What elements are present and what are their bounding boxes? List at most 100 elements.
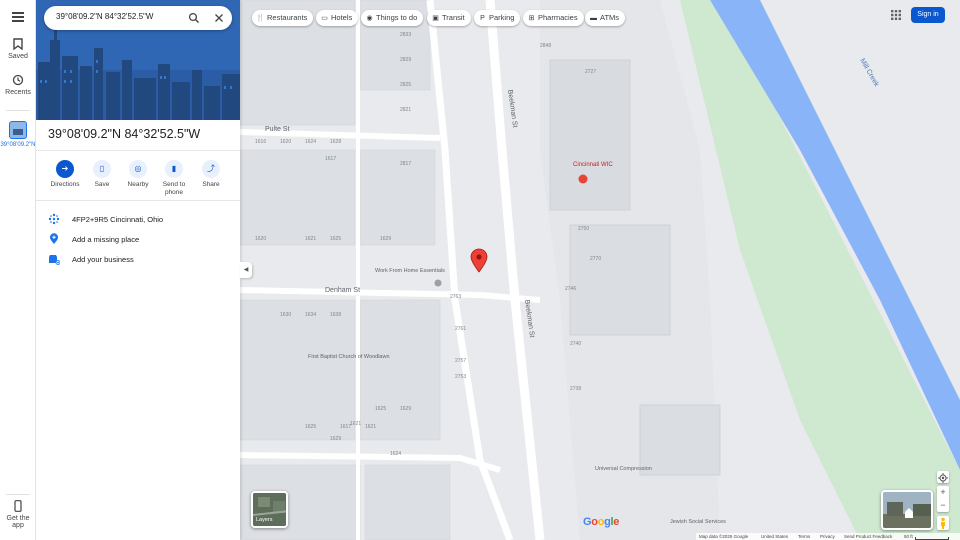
close-icon[interactable] (213, 12, 225, 24)
add-business-row[interactable]: Add your business (36, 250, 240, 268)
search-input[interactable]: 39°08'09.2"N 84°32'52.5"W (56, 12, 153, 21)
saved-button[interactable]: Saved (0, 38, 36, 60)
svg-text:2829: 2829 (400, 57, 411, 63)
svg-text:2761: 2761 (455, 326, 466, 332)
svg-text:1621: 1621 (365, 424, 376, 430)
menu-icon (12, 12, 24, 22)
bookmark-icon (13, 38, 23, 50)
directions-button[interactable]: ➔ Directions (47, 160, 83, 189)
get-app-label: Get the app (6, 515, 30, 529)
svg-text:2746: 2746 (565, 286, 576, 292)
nearby-icon: ◎ (134, 164, 142, 173)
add-business-text: Add your business (72, 255, 134, 264)
svg-text:1625: 1625 (330, 236, 341, 242)
street-view-thumbnail[interactable] (881, 490, 933, 530)
poi-label-work-from-home[interactable]: Work From Home Essentials (375, 268, 445, 274)
directions-icon: ➔ (61, 164, 69, 173)
zoom-out-button[interactable]: − (937, 499, 949, 512)
share-icon: ⤴ (207, 164, 215, 173)
svg-text:2825: 2825 (400, 82, 411, 88)
add-missing-place-row[interactable]: Add a missing place (36, 230, 240, 248)
actions-divider (36, 200, 240, 201)
share-button[interactable]: ⤴ Share (193, 160, 229, 189)
svg-text:1629: 1629 (330, 436, 341, 442)
restaurant-icon: 🍴 (256, 15, 265, 22)
chip-restaurants[interactable]: 🍴 Restaurants (252, 10, 314, 26)
country-link[interactable]: United States (761, 534, 788, 539)
poi-marker-work-from-home[interactable] (434, 279, 442, 287)
scale-label[interactable]: 50 ft (904, 534, 913, 539)
bookmark-icon: ▯ (99, 164, 105, 173)
chip-parking[interactable]: P Parking (474, 10, 521, 26)
plus-icon: + (940, 487, 946, 497)
menu-button[interactable] (0, 10, 36, 22)
poi-label-wic[interactable]: Cincinnati WIC (573, 162, 613, 168)
search-box[interactable]: 39°08'09.2"N 84°32'52.5"W (44, 6, 232, 30)
svg-text:2740: 2740 (570, 341, 581, 347)
sign-in-button[interactable]: Sign in (911, 7, 945, 23)
svg-text:2821: 2821 (400, 107, 411, 113)
chip-hotels[interactable]: ▭ Hotels (316, 10, 359, 26)
add-business-icon (49, 255, 60, 265)
layers-label: Layers (256, 517, 273, 523)
send-to-phone-button[interactable]: ▮ Send to phone (156, 160, 192, 197)
plus-code-icon (48, 213, 60, 225)
chip-atms[interactable]: ▬ ATMs (585, 10, 626, 26)
recent-place-item[interactable]: 39°08'09.2"N (0, 121, 36, 149)
search-icon[interactable] (188, 12, 200, 24)
svg-text:2770: 2770 (590, 256, 601, 262)
svg-text:1624: 1624 (390, 451, 401, 457)
apps-grid-icon[interactable] (891, 10, 901, 20)
terms-link[interactable]: Terms (798, 534, 810, 539)
map-footer: Map data ©2025 Google United States Term… (696, 533, 960, 540)
recent-place-label: 39°08'09.2"N (0, 142, 36, 148)
nearby-label: Nearby (127, 181, 149, 188)
feedback-link[interactable]: Send Product Feedback (844, 534, 892, 539)
collapse-panel-button[interactable]: ◀ (240, 262, 252, 278)
map-canvas[interactable]: Beekman St Beekman St Pulte St Denham St… (240, 0, 960, 540)
svg-text:1630: 1630 (280, 312, 291, 318)
poi-marker-wic[interactable] (578, 174, 588, 184)
plus-code-row[interactable]: 4FP2+9R5 Cincinnati, Ohio (36, 210, 240, 228)
svg-text:1616: 1616 (255, 139, 266, 145)
svg-text:1638: 1638 (330, 312, 341, 318)
get-app-button[interactable]: Get the app (0, 500, 36, 529)
street-label-denham: Denham St (325, 287, 360, 294)
svg-text:1628: 1628 (330, 139, 341, 145)
phone-app-icon (14, 500, 22, 512)
plus-code-text: 4FP2+9R5 Cincinnati, Ohio (72, 215, 164, 224)
rail-divider (6, 110, 30, 111)
history-icon (12, 74, 24, 86)
poi-label-universal[interactable]: Universal Compression (595, 466, 652, 472)
svg-text:1629: 1629 (380, 236, 391, 242)
pegman-icon (941, 517, 945, 529)
map-data-attribution: Map data ©2025 Google (699, 534, 749, 539)
recents-button[interactable]: Recents (0, 74, 36, 96)
chip-pharmacies[interactable]: ⊞ Pharmacies (523, 10, 584, 26)
privacy-link[interactable]: Privacy (820, 534, 835, 539)
title-divider (36, 150, 240, 151)
svg-text:1629: 1629 (400, 406, 411, 412)
svg-text:1625: 1625 (375, 406, 386, 412)
recents-label: Recents (5, 89, 31, 96)
pegman-button[interactable] (937, 516, 949, 530)
svg-text:1624: 1624 (305, 139, 316, 145)
nearby-button[interactable]: ◎ Nearby (120, 160, 156, 189)
poi-label-jewish[interactable]: Jewish Social Services (670, 519, 726, 525)
svg-text:1620: 1620 (255, 236, 266, 242)
poi-label-church[interactable]: First Baptist Church of Woodlawn (308, 354, 390, 360)
zoom-in-button[interactable]: + (937, 486, 949, 499)
hotel-icon: ▭ (321, 15, 328, 22)
svg-text:1617: 1617 (325, 156, 336, 162)
svg-text:1620: 1620 (280, 139, 291, 145)
street-label-pulte: Pulte St (265, 126, 290, 133)
map-graphics: Beekman St Beekman St Pulte St Denham St… (240, 0, 960, 540)
place-title: 39°08'09.2"N 84°32'52.5"W (48, 127, 201, 141)
my-location-button[interactable] (937, 471, 949, 483)
chip-things-to-do[interactable]: ◉ Things to do (361, 10, 424, 26)
layers-button[interactable]: Layers (251, 491, 288, 528)
svg-text:2833: 2833 (400, 32, 411, 38)
chip-transit[interactable]: ▣ Transit (427, 10, 471, 26)
pharmacy-icon: ⊞ (528, 15, 535, 22)
save-button[interactable]: ▯ Save (84, 160, 120, 189)
